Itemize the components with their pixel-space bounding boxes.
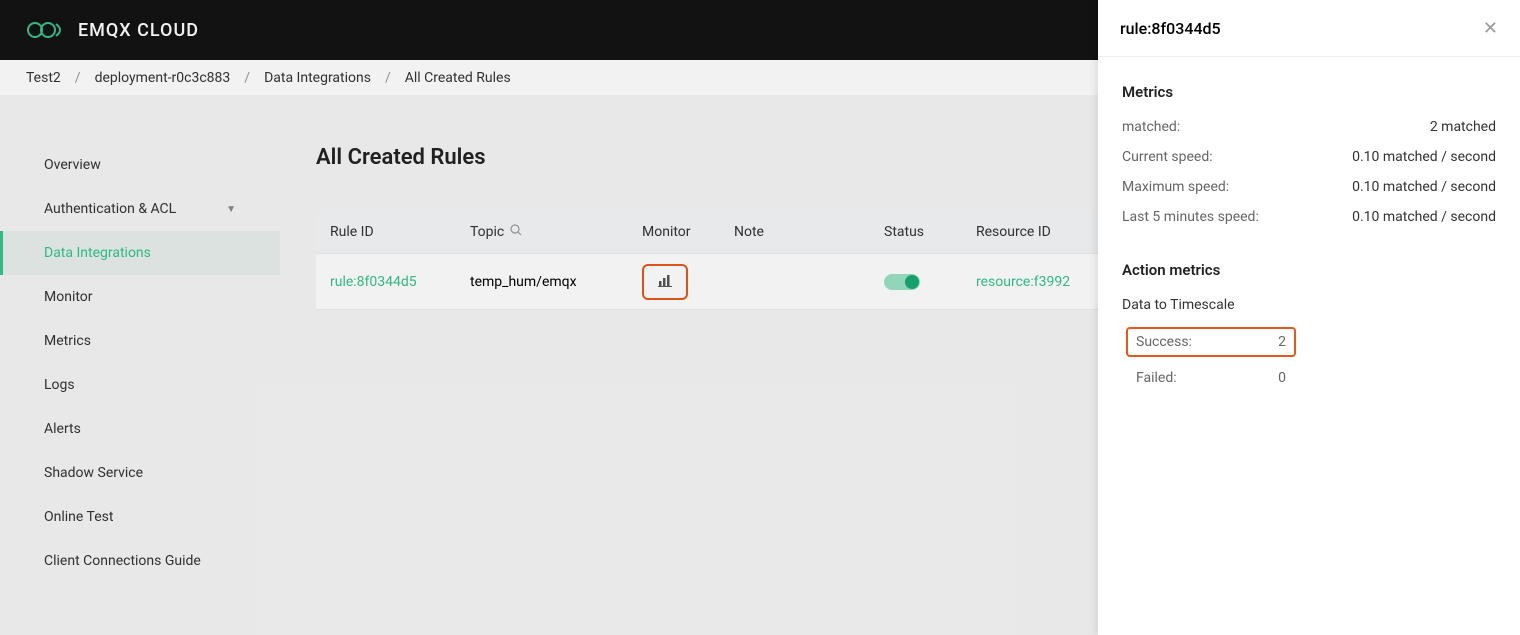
col-topic-label: Topic [470, 224, 504, 240]
logo-icon [26, 21, 68, 39]
col-note: Note [734, 224, 884, 240]
action-metrics-heading: Action metrics [1122, 261, 1496, 279]
side-alerts[interactable]: Alerts [0, 407, 280, 451]
metric-max-speed: Maximum speed:0.10 matched / second [1122, 179, 1496, 195]
metric-failed: Failed:0 [1126, 365, 1296, 391]
side-auth-label: Authentication & ACL [44, 201, 176, 217]
topic-cell: temp_hum/emqx [470, 274, 642, 290]
crumb-deployment[interactable]: deployment-r0c3c883 [95, 70, 231, 86]
sidebar: Overview Authentication & ACL ▼ Data Int… [0, 95, 280, 635]
side-monitor[interactable]: Monitor [0, 275, 280, 319]
col-status: Status [884, 224, 976, 240]
metrics-heading: Metrics [1122, 83, 1496, 101]
side-auth[interactable]: Authentication & ACL ▼ [0, 187, 280, 231]
panel-header: rule:8f0344d5 ✕ [1098, 0, 1520, 57]
crumb-project[interactable]: Test2 [26, 70, 61, 86]
side-shadow[interactable]: Shadow Service [0, 451, 280, 495]
col-rule-id: Rule ID [316, 224, 470, 240]
action-subtitle: Data to Timescale [1122, 297, 1496, 313]
search-icon[interactable] [510, 224, 522, 240]
caret-down-icon: ▼ [226, 204, 236, 215]
crumb-current: All Created Rules [405, 70, 511, 86]
col-monitor: Monitor [642, 224, 734, 240]
status-toggle[interactable] [884, 274, 920, 290]
crumb-section[interactable]: Data Integrations [264, 70, 371, 86]
side-online-test[interactable]: Online Test [0, 495, 280, 539]
close-icon[interactable]: ✕ [1483, 18, 1498, 39]
chart-icon [658, 273, 672, 290]
rule-id-link[interactable]: rule:8f0344d5 [316, 274, 470, 290]
brand[interactable]: EMQX CLOUD [26, 20, 199, 41]
side-guide[interactable]: Client Connections Guide [0, 539, 280, 583]
side-panel: rule:8f0344d5 ✕ Metrics matched:2 matche… [1098, 0, 1520, 635]
brand-text: EMQX CLOUD [78, 20, 199, 41]
monitor-button[interactable] [642, 264, 688, 300]
metric-last5-speed: Last 5 minutes speed:0.10 matched / seco… [1122, 209, 1496, 225]
panel-title: rule:8f0344d5 [1120, 19, 1221, 38]
col-topic: Topic [470, 224, 642, 240]
side-metrics[interactable]: Metrics [0, 319, 280, 363]
metric-current-speed: Current speed:0.10 matched / second [1122, 149, 1496, 165]
metric-success: Success:2 [1126, 327, 1296, 357]
side-data-integrations[interactable]: Data Integrations [0, 231, 280, 275]
metric-matched: matched:2 matched [1122, 119, 1496, 135]
side-overview[interactable]: Overview [0, 143, 280, 187]
side-logs[interactable]: Logs [0, 363, 280, 407]
